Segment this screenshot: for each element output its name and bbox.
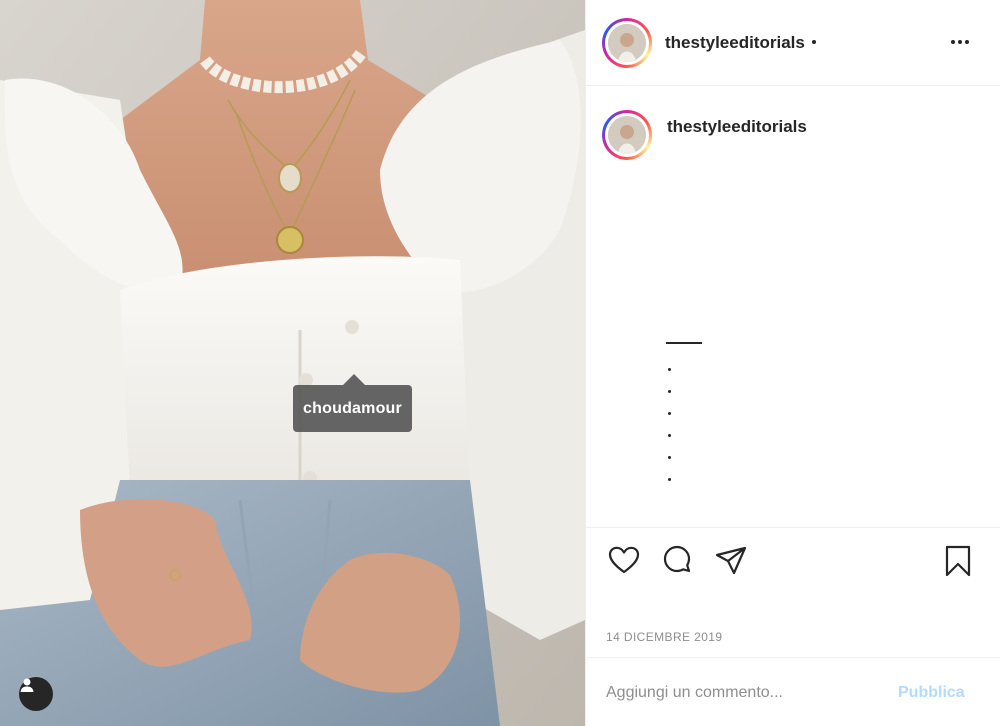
paper-plane-icon[interactable] bbox=[714, 544, 748, 578]
caption-dot bbox=[668, 390, 671, 393]
publish-button[interactable]: Pubblica bbox=[898, 684, 965, 702]
separator-dot bbox=[812, 40, 816, 44]
post-header: thestyleeditorials bbox=[586, 0, 1000, 86]
caption-dot bbox=[668, 368, 671, 371]
caption-dot bbox=[668, 478, 671, 481]
photo-tag-user[interactable]: choudamour bbox=[293, 385, 412, 432]
post-dialog: choudamour thestyleeditorials thestyleed… bbox=[0, 0, 1000, 726]
caption-dot bbox=[668, 434, 671, 437]
avatar-image bbox=[608, 116, 646, 154]
user-tag-icon[interactable] bbox=[19, 677, 53, 711]
user-silhouette-icon bbox=[20, 678, 34, 692]
post-actions-bar bbox=[586, 527, 1000, 593]
comment-bubble-icon[interactable] bbox=[660, 544, 694, 578]
bookmark-icon[interactable] bbox=[941, 544, 975, 578]
author-avatar[interactable] bbox=[602, 18, 652, 68]
more-options-icon[interactable] bbox=[948, 34, 972, 50]
caption-divider bbox=[666, 342, 702, 344]
comment-form: Pubblica bbox=[586, 657, 1000, 726]
photo-tag-pointer bbox=[343, 374, 365, 385]
comment-input[interactable] bbox=[606, 678, 896, 708]
heart-icon[interactable] bbox=[607, 544, 641, 578]
caption-author-username[interactable]: thestyleeditorials bbox=[667, 117, 807, 137]
avatar-image bbox=[608, 24, 646, 62]
post-photo[interactable]: choudamour bbox=[0, 0, 585, 726]
caption-dot bbox=[668, 412, 671, 415]
post-date[interactable]: 14 DICEMBRE 2019 bbox=[606, 630, 722, 644]
caption-dot bbox=[668, 456, 671, 459]
post-side-panel: thestyleeditorials thestyleeditorials 14… bbox=[585, 0, 1000, 726]
caption-author-avatar[interactable] bbox=[602, 110, 652, 160]
author-username[interactable]: thestyleeditorials bbox=[665, 33, 805, 53]
photo-artwork bbox=[0, 0, 585, 726]
